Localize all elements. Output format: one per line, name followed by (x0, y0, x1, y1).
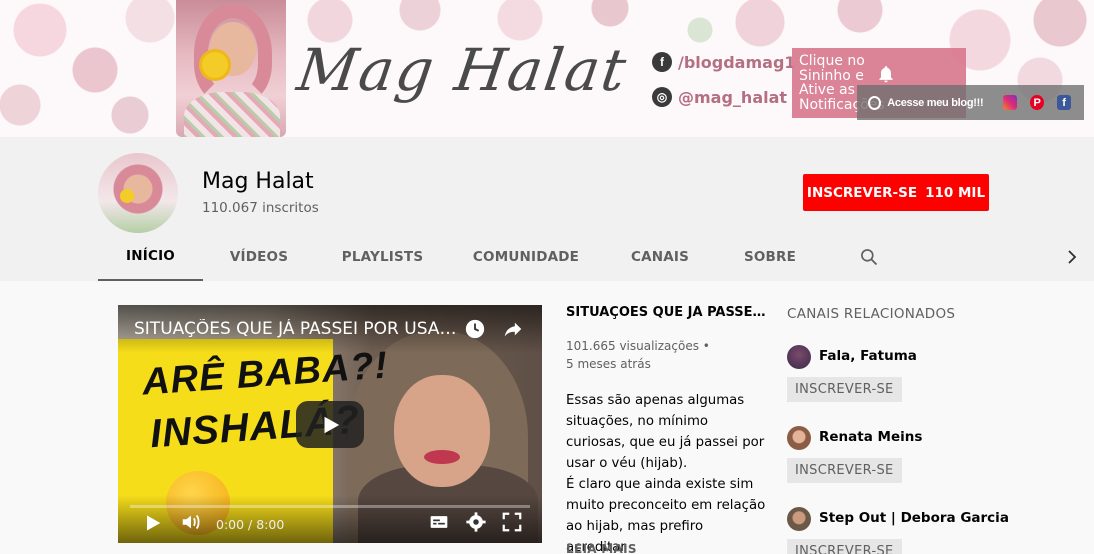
related-channel-name[interactable]: Step Out | Debora Garcia (819, 510, 1009, 526)
share-icon[interactable] (502, 318, 524, 340)
watch-later-icon[interactable] (464, 318, 486, 340)
settings-gear-icon[interactable] (465, 511, 487, 533)
pinterest-link-icon[interactable]: P (1030, 95, 1045, 110)
video-info-title[interactable]: SITUAÇÕES QUE JÁ PASSEI POR USAR O VÉU (566, 305, 766, 320)
facebook-link-icon[interactable]: f (1057, 95, 1072, 110)
facebook-handle: /blogdamag1 (678, 52, 796, 72)
subscribe-button[interactable]: INSCREVER-SE 110 MIL (803, 174, 989, 211)
play-icon-small[interactable] (142, 513, 162, 533)
play-button-large[interactable] (296, 401, 364, 448)
channel-banner: Mag Halat f /blogdamag1 ◎ @mag_halat Cli… (0, 0, 1094, 137)
captions-icon[interactable] (428, 512, 450, 532)
related-subscribe-button[interactable]: INSCREVER-SE (787, 458, 902, 483)
instagram-handle: @mag_halat (678, 87, 788, 107)
banner-facebook: f /blogdamag1 (652, 52, 796, 72)
facebook-icon: f (652, 52, 672, 72)
instagram-link-icon[interactable] (1003, 95, 1018, 110)
video-player[interactable]: ARÊ BABA?! INSHALÁ? SITUAÇÕES QUE JÁ PAS… (118, 305, 542, 543)
banner-instagram: ◎ @mag_halat (652, 87, 787, 107)
tab-canais[interactable]: CANAIS (602, 233, 718, 281)
channel-avatar[interactable] (98, 153, 178, 233)
fullscreen-icon[interactable] (501, 511, 523, 533)
instagram-icon: ◎ (652, 87, 672, 107)
subscribe-label: INSCREVER-SE (806, 184, 918, 201)
banner-title: Mag Halat (293, 36, 632, 104)
search-icon[interactable] (859, 247, 879, 267)
volume-icon[interactable] (180, 511, 202, 533)
view-count: 101.665 visualizações (566, 339, 699, 353)
channel-home-content: ARÊ BABA?! INSHALÁ? SITUAÇÕES QUE JÁ PAS… (0, 281, 1094, 554)
blog-link[interactable]: Acesse meu blog!!! (887, 97, 983, 109)
player-title[interactable]: SITUAÇÕES QUE JÁ PASSEI POR USAR O VÉU (134, 319, 464, 339)
tab-playlists[interactable]: PLAYLISTS (315, 233, 450, 281)
related-channel-name[interactable]: Fala, Fatuma (819, 348, 917, 364)
subscriber-count: 110.067 inscritos (202, 200, 319, 216)
channel-tabs: INÍCIO VÍDEOS PLAYLISTS COMUNIDADE CANAI… (98, 233, 822, 281)
play-icon (324, 416, 340, 433)
tab-comunidade[interactable]: COMUNIDADE (450, 233, 602, 281)
related-channels-heading: CANAIS RELACIONADOS (787, 306, 956, 322)
related-avatar[interactable] (787, 345, 811, 369)
tab-inicio[interactable]: INÍCIO (98, 233, 203, 281)
globe-icon (868, 95, 882, 110)
video-description: Essas são apenas algumas situações, no m… (566, 390, 766, 554)
related-avatar[interactable] (787, 426, 811, 450)
related-subscribe-button[interactable]: INSCREVER-SE (787, 377, 902, 402)
banner-links-bar: Acesse meu blog!!! P f (857, 85, 1084, 120)
tab-videos[interactable]: VÍDEOS (203, 233, 315, 281)
bell-icon (879, 66, 893, 83)
subscribe-count: 110 MIL (925, 184, 986, 201)
description-paragraph: Essas são apenas algumas situações, no m… (566, 393, 765, 471)
tab-sobre[interactable]: SOBRE (718, 233, 822, 281)
progress-bar[interactable] (130, 505, 530, 508)
related-avatar[interactable] (787, 507, 811, 531)
video-meta: 101.665 visualizações • 5 meses atrás (566, 339, 710, 371)
banner-portrait (176, 0, 286, 137)
youtube-channel-page: Mag Halat f /blogdamag1 ◎ @mag_halat Cli… (0, 0, 1094, 554)
channel-header: Mag Halat 110.067 inscritos INSCREVER-SE… (0, 137, 1094, 281)
chevron-right-icon[interactable] (1063, 247, 1081, 267)
channel-name: Mag Halat (202, 169, 314, 194)
related-subscribe-button[interactable]: INSCREVER-SE (787, 539, 902, 554)
upload-age: 5 meses atrás (566, 357, 651, 371)
related-channel-name[interactable]: Renata Meins (819, 429, 922, 445)
read-more-link[interactable]: LEIA MAIS (566, 542, 637, 554)
time-display: 0:00 / 8:00 (216, 517, 285, 532)
